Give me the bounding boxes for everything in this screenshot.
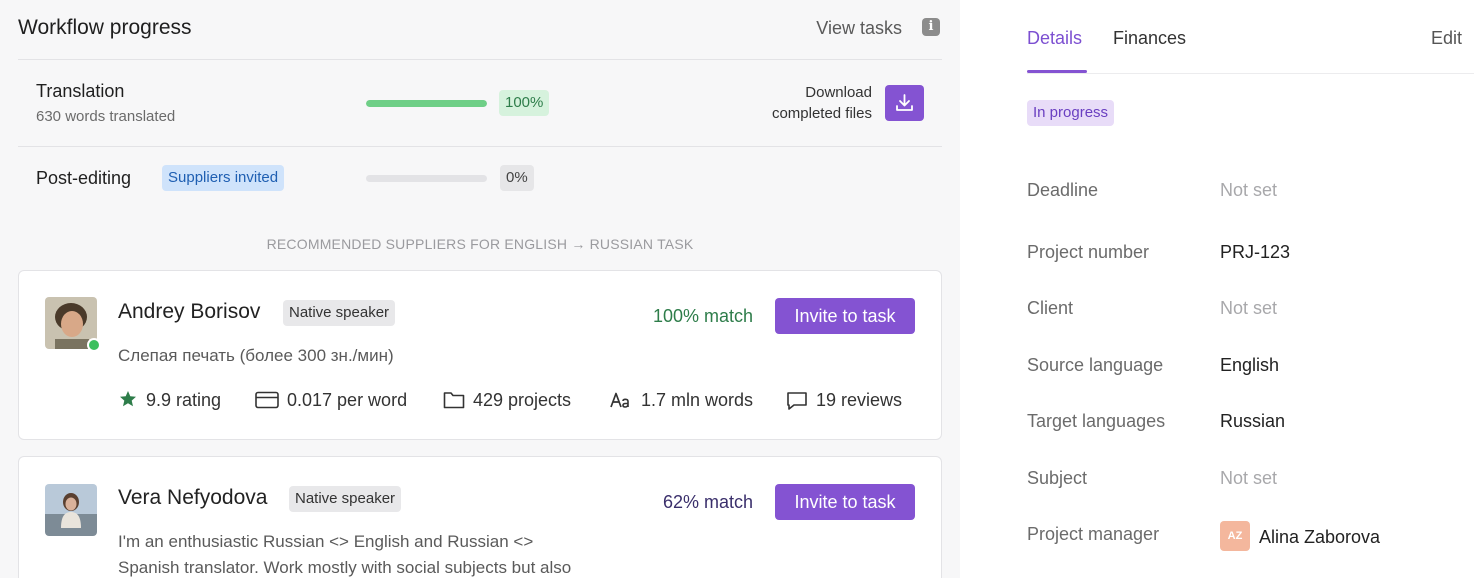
view-tasks-link[interactable]: View tasks: [816, 18, 902, 39]
native-speaker-badge: Native speaker: [289, 486, 402, 512]
supplier-description-line2: Spanish translator. Work mostly with soc…: [118, 558, 572, 577]
project-manager-label: Project manager: [1027, 524, 1160, 544]
supplier-card: Andrey Borisov Native speaker 100% match…: [18, 270, 942, 440]
price-stat: 0.017 per word: [287, 390, 408, 410]
supplier-description: Слепая печать (более 300 зн./мин): [118, 346, 394, 365]
online-status-dot: [87, 338, 101, 352]
project-manager-value[interactable]: Alina Zaborova: [1259, 527, 1380, 548]
download-label-line2: completed files: [771, 105, 872, 122]
invite-to-task-button[interactable]: Invite to task: [775, 298, 915, 334]
font-size-icon: [610, 392, 629, 408]
project-number-value: PRJ-123: [1220, 242, 1291, 262]
download-label-line1: Download: [805, 84, 872, 101]
divider: [18, 59, 942, 60]
workflow-title: Workflow progress: [18, 16, 192, 39]
stage-translation-subtitle: 630 words translated: [36, 108, 176, 125]
workflow-panel: Workflow progress View tasks i Translati…: [0, 0, 960, 578]
target-languages-value: Russian: [1220, 411, 1286, 431]
postediting-percent-badge: 0%: [500, 165, 534, 191]
supplier-description-line1: I'm an enthusiastic Russian <> English a…: [118, 532, 534, 551]
status-badge: In progress: [1027, 100, 1115, 126]
comment-icon: [787, 392, 807, 410]
folder-icon: [443, 392, 465, 409]
deadline-label: Deadline: [1027, 180, 1099, 200]
rating-stat: 9.9 rating: [146, 390, 222, 410]
stage-postediting-title: Post-editing: [36, 168, 132, 188]
project-number-label: Project number: [1027, 242, 1150, 262]
tab-finances[interactable]: Finances: [1113, 28, 1186, 49]
source-language-label: Source language: [1027, 355, 1164, 375]
target-languages-label: Target languages: [1027, 411, 1166, 431]
subject-label: Subject: [1027, 468, 1088, 488]
deadline-value: Not set: [1220, 180, 1278, 200]
tabs-divider: [1027, 73, 1474, 74]
supplier-card: Vera Nefyodova Native speaker 62% match …: [18, 456, 942, 578]
project-details-panel: Details Finances Edit In progress Deadli…: [960, 0, 1474, 578]
download-completed-label: Download completed files: [772, 82, 872, 124]
download-files-button[interactable]: [885, 85, 924, 121]
reviews-stat: 19 reviews: [816, 390, 903, 410]
source-language-value: English: [1220, 355, 1280, 375]
words-stat: 1.7 mln words: [641, 390, 754, 410]
postediting-progress-bar: [366, 175, 487, 182]
star-icon: [120, 391, 136, 407]
match-score: 62% match: [663, 492, 754, 512]
stage-translation-title: Translation: [36, 81, 125, 101]
project-manager-avatar: AZ: [1220, 521, 1250, 551]
translation-progress-fill: [366, 100, 487, 107]
client-label: Client: [1027, 298, 1074, 318]
workflow-header: Workflow progress View tasks i: [18, 14, 942, 44]
active-tab-indicator: [1027, 70, 1087, 73]
credit-card-icon: [255, 391, 279, 409]
edit-button[interactable]: Edit: [1431, 28, 1462, 49]
tab-details[interactable]: Details: [1027, 28, 1082, 49]
translation-percent-badge: 100%: [499, 90, 550, 116]
invite-to-task-button[interactable]: Invite to task: [775, 484, 915, 520]
download-icon: [896, 94, 913, 111]
suppliers-invited-badge: Suppliers invited: [162, 165, 285, 191]
supplier-name[interactable]: Andrey Borisov: [118, 300, 260, 324]
info-icon[interactable]: i: [922, 18, 940, 36]
subject-value: Not set: [1220, 468, 1278, 488]
translation-progress-bar: [366, 100, 487, 107]
recommended-suppliers-heading: RECOMMENDED SUPPLIERS FOR ENGLISH → RUSS…: [266, 236, 694, 252]
native-speaker-badge: Native speaker: [283, 300, 396, 326]
match-score: 100% match: [653, 306, 754, 326]
avatar: [45, 484, 97, 536]
supplier-name[interactable]: Vera Nefyodova: [118, 486, 267, 510]
client-value: Not set: [1220, 298, 1278, 318]
divider: [18, 146, 942, 147]
projects-stat: 429 projects: [473, 390, 572, 410]
